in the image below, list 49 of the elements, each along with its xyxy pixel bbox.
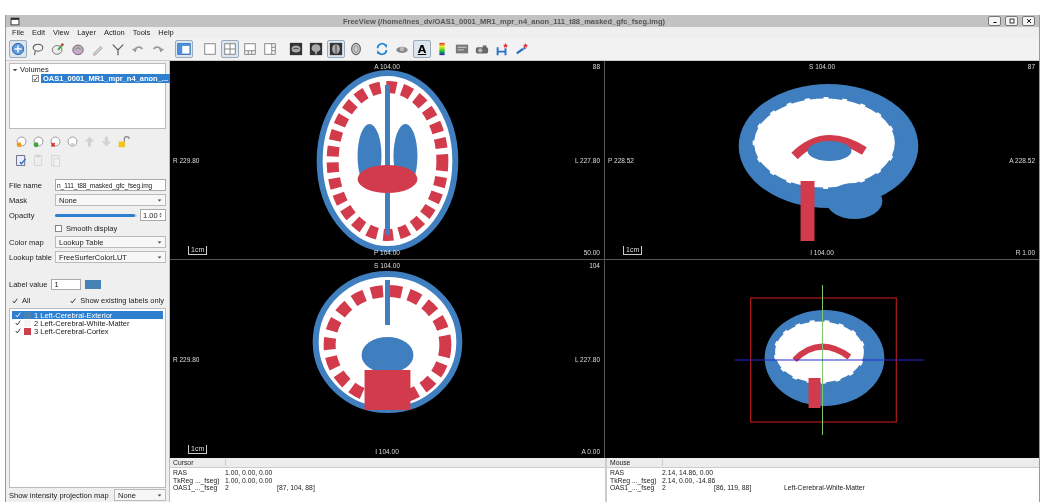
check-icon [33,75,38,82]
angle-icon [111,42,125,56]
arrow-star-icon [515,42,529,56]
check-icon [11,297,18,304]
toolbar-button[interactable] [307,40,325,58]
circle-plus-icon[interactable] [15,135,28,148]
grid-layout-icon [223,42,237,56]
lock-icon[interactable] [117,135,130,148]
checkbox[interactable] [14,319,21,327]
toolbar-button[interactable]: A [413,40,431,58]
layout-icon [263,42,277,56]
head-icon [349,42,363,56]
checkbox[interactable] [69,297,77,304]
circle-cross-icon[interactable] [49,135,62,148]
checkbox[interactable] [11,297,18,304]
lasso-icon [31,42,45,56]
circle-plus-icon[interactable] [32,135,45,148]
brain-slice-icon [309,42,323,56]
dropdown-arrow-icon [157,254,162,260]
brain-slice-icon [289,42,303,56]
refresh-icon [375,42,389,56]
toolbar-button[interactable] [327,40,345,58]
color-swatch[interactable] [85,280,102,289]
checkbox[interactable] [55,225,62,232]
brain-slice-icon [329,42,343,56]
crosshair-icon [11,42,25,56]
check-icon [69,297,76,304]
info-panel-icon [455,42,469,56]
dropdown-arrow-icon [157,197,162,203]
checkbox[interactable] [32,75,39,82]
panel-layout-icon [177,42,191,56]
minimize-button[interactable] [988,16,1001,26]
dropdown-arrow-icon [157,492,162,498]
collapse-arrow-icon[interactable] [12,66,18,73]
document-check-icon[interactable] [15,154,28,167]
maximize-icon [1007,17,1016,25]
window-menu-icon [10,16,20,26]
checkbox[interactable] [14,327,21,335]
single-pane-icon [203,42,217,56]
circle-icon[interactable] [66,135,79,148]
dropdown-arrow-icon [157,239,162,245]
close-button[interactable] [1022,16,1035,26]
toolbar-button[interactable] [287,40,305,58]
opacity-slider[interactable] [55,213,135,217]
brain-pencil-icon [51,42,65,56]
maximize-button[interactable] [1005,16,1018,26]
close-icon [1024,17,1033,25]
brain-icon [71,42,85,56]
layout-icon [243,42,257,56]
